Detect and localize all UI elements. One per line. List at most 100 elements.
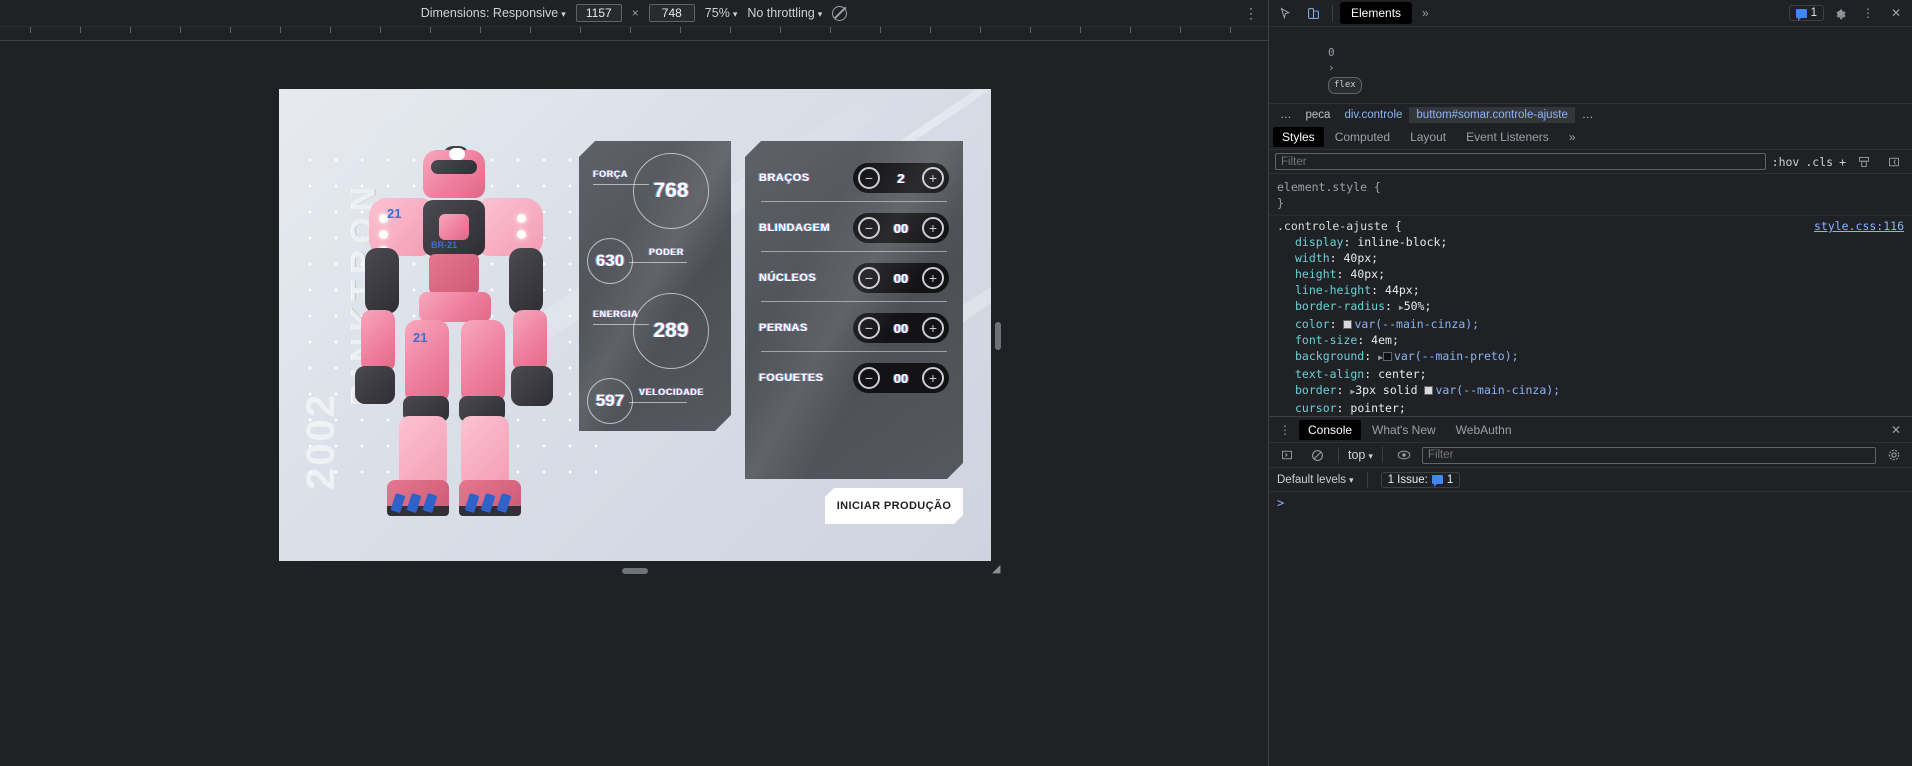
viewport-resize-handle-bottom[interactable] (622, 568, 648, 574)
color-swatch[interactable] (1343, 320, 1353, 329)
live-expression-icon[interactable] (1392, 444, 1416, 466)
tab-webauthn[interactable]: WebAuthn (1447, 420, 1521, 440)
dom-text: 0 (1327, 45, 1335, 59)
tab-event-listeners[interactable]: Event Listeners (1457, 127, 1558, 147)
rule-close-brace: } (1277, 196, 1284, 210)
inspect-cursor-icon[interactable] (1273, 2, 1297, 24)
css-declaration-font-size[interactable]: font-size: 4em; (1277, 332, 1904, 348)
css-property-value: 40px; (1343, 251, 1379, 265)
viewport-width-input[interactable] (575, 4, 622, 22)
console-context-selector[interactable]: top ▾ (1348, 448, 1373, 462)
increment-button[interactable]: + (922, 367, 944, 389)
decrement-button[interactable]: − (858, 167, 880, 189)
tab-layout[interactable]: Layout (1401, 127, 1455, 147)
stepper-value: 00 (893, 320, 909, 336)
css-declaration-text-align[interactable]: text-align: center; (1277, 366, 1904, 382)
css-declaration-line-height[interactable]: line-height: 44px; (1277, 282, 1904, 298)
issues-badge[interactable]: 1 (1788, 5, 1824, 21)
breadcrumb-item-overflow-right[interactable]: … (1575, 107, 1601, 123)
tab-console[interactable]: Console (1299, 419, 1362, 440)
tab-whats-new[interactable]: What's New (1363, 420, 1445, 440)
dom-tree: 0 › flex ··· <button class="controle-aju… (1269, 27, 1912, 103)
stepper-bracos: − 2 + (853, 163, 949, 193)
tab-elements[interactable]: Elements (1340, 2, 1413, 24)
decrement-button[interactable]: − (858, 367, 880, 389)
breadcrumb-label: buttom#somar.controle-ajuste (1416, 108, 1568, 121)
control-label: FOGUETES (759, 372, 824, 384)
increment-button[interactable]: + (922, 267, 944, 289)
decrement-button[interactable]: − (858, 217, 880, 239)
console-output[interactable]: > (1269, 492, 1912, 766)
rule-source-link[interactable]: style.css:116 (1814, 218, 1904, 234)
toggle-sidebar-icon[interactable] (1882, 151, 1906, 173)
devtools-more-icon[interactable]: ⋮ (1856, 2, 1880, 24)
css-property-name: font-size (1295, 333, 1358, 347)
color-swatch[interactable] (1424, 386, 1434, 395)
console-settings-gear-icon[interactable] (1882, 444, 1906, 466)
new-style-rule-button[interactable]: + (1839, 155, 1846, 169)
stepper-nucleos: − 00 + (853, 263, 949, 293)
css-property-name: line-height (1295, 283, 1372, 297)
device-toggle-icon[interactable] (1301, 2, 1325, 24)
default-levels-dropdown[interactable]: Default levels ▾ (1277, 474, 1354, 486)
css-declaration-color[interactable]: color: var(--main-cinza); (1277, 316, 1904, 332)
increment-button[interactable]: + (922, 217, 944, 239)
rule-selector: .controle-ajuste { (1277, 219, 1402, 233)
more-pane-tabs-icon[interactable]: » (1560, 127, 1585, 147)
increment-button[interactable]: + (922, 167, 944, 189)
console-filter-input[interactable] (1421, 446, 1876, 464)
css-property-name: border-radius (1295, 299, 1386, 313)
css-declaration-display[interactable]: display: inline-block; (1277, 234, 1904, 250)
style-rule-element-style[interactable]: element.style { } (1269, 177, 1912, 216)
new-style-sheet-icon[interactable] (1852, 151, 1876, 173)
console-prompt-arrow: > (1277, 496, 1285, 510)
css-declaration-cursor[interactable]: cursor: pointer; (1277, 400, 1904, 416)
breadcrumb-item-overflow-left[interactable]: … (1273, 107, 1299, 123)
css-declaration-height[interactable]: height: 40px; (1277, 266, 1904, 282)
element-classes-button[interactable]: .cls (1805, 155, 1833, 169)
styles-pane-tabbar: Styles Computed Layout Event Listeners » (1269, 125, 1912, 150)
dimensions-dropdown[interactable]: Dimensions: Responsive ▾ (421, 6, 566, 20)
close-drawer-icon[interactable]: ✕ (1884, 419, 1908, 441)
css-declaration-border-radius[interactable]: border-radius: ▶50%; (1277, 298, 1904, 316)
viewport-resize-handle-right[interactable] (995, 322, 1001, 350)
breadcrumb-item-div-controle[interactable]: div.controle (1337, 107, 1409, 123)
robot-illustration: 21 BR-21 21 (327, 144, 587, 544)
drawer-more-icon[interactable]: ⋮ (1273, 419, 1297, 441)
zoom-dropdown[interactable]: 75% ▾ (705, 6, 738, 20)
css-declaration-background[interactable]: background: ▶ var(--main-preto); (1277, 348, 1904, 366)
css-declaration-width[interactable]: width: 40px; (1277, 250, 1904, 266)
throttling-dropdown[interactable]: No throttling ▾ (747, 6, 822, 20)
robot-decal-thigh: 21 (413, 330, 428, 345)
control-label: BRAÇOS (759, 172, 810, 184)
breadcrumb-item-peca[interactable]: peca (1299, 107, 1338, 123)
decrement-button[interactable]: − (858, 267, 880, 289)
stat-value: 597 (587, 378, 633, 424)
clear-console-icon[interactable] (1305, 444, 1329, 466)
viewport-resize-handle-corner[interactable]: ◢ (992, 564, 1004, 576)
color-swatch[interactable] (1382, 352, 1392, 361)
style-rule-controle-ajuste[interactable]: style.css:116 .controle-ajuste { display… (1269, 216, 1912, 416)
gear-icon[interactable] (1828, 2, 1852, 24)
issue-icon (1795, 8, 1807, 21)
no-throttle-icon[interactable] (832, 5, 848, 21)
chevron-down-icon: ▾ (732, 9, 738, 19)
more-tabs-icon[interactable]: » (1416, 6, 1435, 20)
force-state-button[interactable]: :hov (1772, 155, 1800, 169)
increment-button[interactable]: + (922, 317, 944, 339)
tab-styles[interactable]: Styles (1273, 127, 1324, 147)
start-production-button[interactable]: INICIAR PRODUÇÃO (825, 488, 963, 524)
device-toolbar-more-icon[interactable]: ⋮ (1244, 6, 1258, 20)
flex-badge[interactable]: flex (1327, 76, 1362, 94)
decrement-button[interactable]: − (858, 317, 880, 339)
css-declaration-border[interactable]: border: ▶3px solid var(--main-cinza); (1277, 382, 1904, 400)
close-icon[interactable]: ✕ (1884, 2, 1908, 24)
breadcrumb: … peca div.controle buttom#somar.control… (1269, 103, 1912, 125)
console-sidebar-icon[interactable] (1275, 444, 1299, 466)
styles-filter-input[interactable] (1275, 153, 1766, 170)
tab-computed[interactable]: Computed (1326, 127, 1399, 147)
viewport-height-input[interactable] (648, 4, 695, 22)
breadcrumb-item-button-somar[interactable]: buttom#somar.controle-ajuste (1409, 106, 1575, 123)
console-issues-chip[interactable]: 1 Issue: 1 (1380, 471, 1461, 488)
devtools-window: Dimensions: Responsive▾ × 75%▾ No thrott… (0, 0, 1912, 766)
